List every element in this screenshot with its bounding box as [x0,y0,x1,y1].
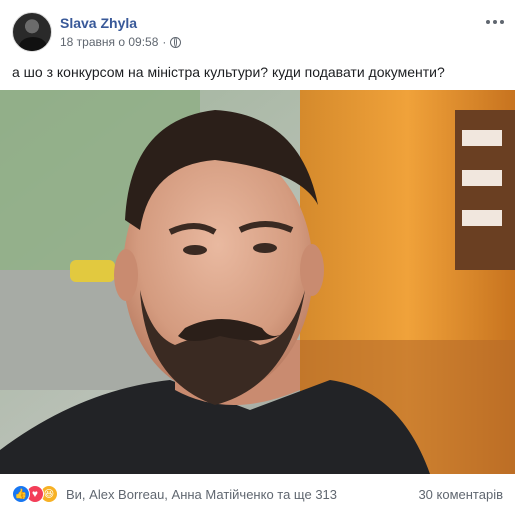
author-avatar[interactable] [12,12,52,52]
post-photo[interactable] [0,90,515,474]
author-name[interactable]: Slava Zhyla [60,15,137,31]
reaction-icons: 👍 ♥ 😆 [12,485,58,503]
post-footer: 👍 ♥ 😆 Ви, Alex Borreau, Анна Матійченко … [12,474,503,514]
more-horizontal-icon[interactable] [483,14,507,30]
post-meta: 18 травня о 09:58 · [60,35,182,49]
comments-count[interactable]: 30 коментарів [418,487,503,502]
post-header: Slava Zhyla 18 травня о 09:58 · [12,12,507,52]
facebook-post: Slava Zhyla 18 травня о 09:58 · а шо з к… [0,0,515,516]
meta-separator: · [162,35,167,49]
post-date[interactable]: 18 травня о 09:58 [60,35,158,49]
post-text: а шо з конкурсом на міністра культури? к… [12,64,445,80]
reactions-summary[interactable]: 👍 ♥ 😆 Ви, Alex Borreau, Анна Матійченко … [12,485,337,503]
like-icon: 👍 [12,485,30,503]
globe-icon[interactable] [170,36,182,48]
reactors-text[interactable]: Ви, Alex Borreau, Анна Матійченко та ще … [66,487,337,502]
